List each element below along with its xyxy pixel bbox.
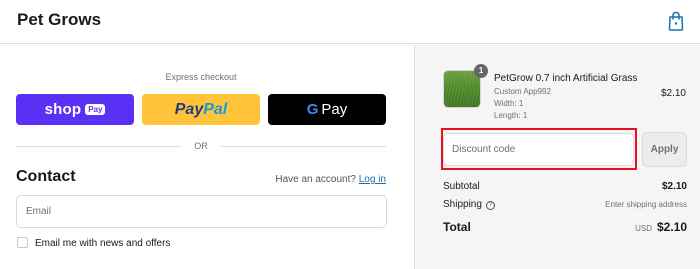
product-option: Custom App992 [494, 87, 551, 96]
total-currency: USD [635, 224, 652, 233]
total-value: $2.10 [656, 220, 687, 234]
quantity-badge: 1 [474, 64, 488, 78]
product-width: Width: 1 [494, 99, 524, 108]
login-link[interactable]: Log in [359, 174, 386, 185]
product-length: Length: 1 [494, 111, 528, 120]
paypal-wordmark: PayPal [175, 101, 227, 119]
have-account-prompt: Have an account? Log in [275, 174, 386, 185]
google-g-icon: G [306, 101, 319, 118]
paypal-button[interactable]: PayPal [142, 94, 260, 125]
divider-line-right [221, 146, 386, 147]
paypal-wordmark-part-b: Pal [203, 100, 228, 118]
shipping-value: Enter shipping address [605, 200, 687, 209]
paypal-wordmark-part-a: Pay [174, 100, 204, 118]
google-pay-button[interactable]: G Pay [268, 94, 386, 125]
or-divider: OR [16, 140, 386, 152]
shop-pay-tag: Pay [85, 104, 106, 115]
order-summary: 1 PetGrow 0.7 inch Artificial Grass Cust… [414, 45, 700, 269]
shipping-label-wrap: Shipping? [443, 199, 495, 210]
newsletter-checkbox[interactable] [17, 237, 28, 248]
total-label: Total [443, 220, 471, 234]
total-amount: USD $2.10 [635, 218, 687, 236]
shipping-row: Shipping? Enter shipping address [443, 199, 687, 210]
product-name: PetGrow 0.7 inch Artificial Grass [494, 73, 638, 84]
contact-heading: Contact [16, 168, 76, 185]
apply-discount-button[interactable]: Apply [642, 132, 687, 167]
shopping-bag-icon[interactable] [667, 11, 685, 31]
store-brand[interactable]: Pet Grows [17, 10, 101, 30]
have-account-text: Have an account? [275, 174, 356, 185]
checkout-header: Pet Grows [0, 0, 700, 44]
total-row: Total USD $2.10 [443, 218, 687, 236]
subtotal-row: Subtotal $2.10 [443, 181, 687, 192]
discount-code-input[interactable] [443, 133, 634, 166]
shipping-label: Shipping [443, 199, 482, 210]
email-field[interactable] [16, 195, 387, 228]
product-price: $2.10 [660, 88, 686, 99]
shop-pay-wordmark: shop [44, 101, 82, 118]
express-checkout-title: Express checkout [165, 72, 237, 82]
info-icon[interactable]: ? [485, 201, 495, 210]
google-pay-wordmark: Pay [321, 101, 348, 118]
newsletter-checkbox-label[interactable]: Email me with news and offers [35, 238, 170, 249]
shop-pay-button[interactable]: shop Pay [16, 94, 134, 125]
checkout-main: Express checkout shop Pay PayPal G Pay O… [0, 45, 414, 269]
subtotal-label: Subtotal [443, 181, 480, 192]
subtotal-value: $2.10 [661, 181, 687, 192]
